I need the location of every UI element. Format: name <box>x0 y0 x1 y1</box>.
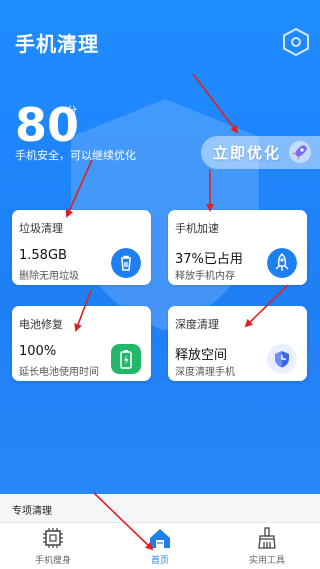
tab-label: 首页 <box>150 556 169 566</box>
page-title: 手机清理 <box>15 32 99 56</box>
chip-icon <box>43 528 63 548</box>
tab-home[interactable]: 首页 <box>107 523 213 569</box>
tab-label: 实用工具 <box>248 556 285 566</box>
home-icon <box>150 529 170 548</box>
card-title: 手机加速 <box>175 222 219 235</box>
card-junk-clean[interactable]: 垃圾清理 1.58GB 删除无用垃圾 <box>12 210 151 285</box>
card-value: 100% <box>19 344 57 359</box>
card-phone-speedup[interactable]: 手机加速 37%已占用 释放手机内存 <box>168 210 307 285</box>
section-title: 专项清理 <box>12 506 52 517</box>
shield-icon <box>267 344 297 374</box>
settings-hexagon-icon[interactable] <box>282 27 310 57</box>
optimize-button[interactable]: 立即优化 <box>201 136 320 169</box>
tab-label: 手机瘦身 <box>34 556 71 566</box>
card-value: 1.58GB <box>19 248 67 263</box>
tab-tools[interactable]: 实用工具 <box>214 523 320 569</box>
rocket-icon <box>267 248 297 278</box>
card-title: 电池修复 <box>19 318 63 331</box>
battery-icon <box>111 344 141 374</box>
app-screen: 手机清理 80 分 手机安全，可以继续优化 立即优化 垃圾清理 1.58GB 删… <box>0 0 320 569</box>
card-title: 深度清理 <box>175 318 219 331</box>
card-value: 释放空间 <box>175 348 228 363</box>
card-subtitle: 释放手机内存 <box>175 271 235 282</box>
card-subtitle: 深度清理手机 <box>175 367 235 378</box>
status-text: 手机安全，可以继续优化 <box>15 149 136 162</box>
tab-phone-slim[interactable]: 手机瘦身 <box>0 523 106 569</box>
trash-icon <box>111 248 141 278</box>
card-title: 垃圾清理 <box>19 222 63 235</box>
score-unit: 分 <box>67 106 77 117</box>
card-deep-clean[interactable]: 深度清理 释放空间 深度清理手机 <box>168 306 307 381</box>
brush-icon <box>258 527 276 549</box>
card-battery-repair[interactable]: 电池修复 100% 延长电池使用时间 <box>12 306 151 381</box>
card-subtitle: 延长电池使用时间 <box>19 367 99 378</box>
rocket-icon <box>289 141 311 163</box>
card-value: 37%已占用 <box>175 252 243 267</box>
optimize-button-label: 立即优化 <box>213 144 282 162</box>
special-clean-section: 专项清理 <box>0 494 320 522</box>
card-subtitle: 删除无用垃圾 <box>19 271 79 282</box>
bottom-tab-bar: 手机瘦身 首页 实用工具 <box>0 522 320 569</box>
